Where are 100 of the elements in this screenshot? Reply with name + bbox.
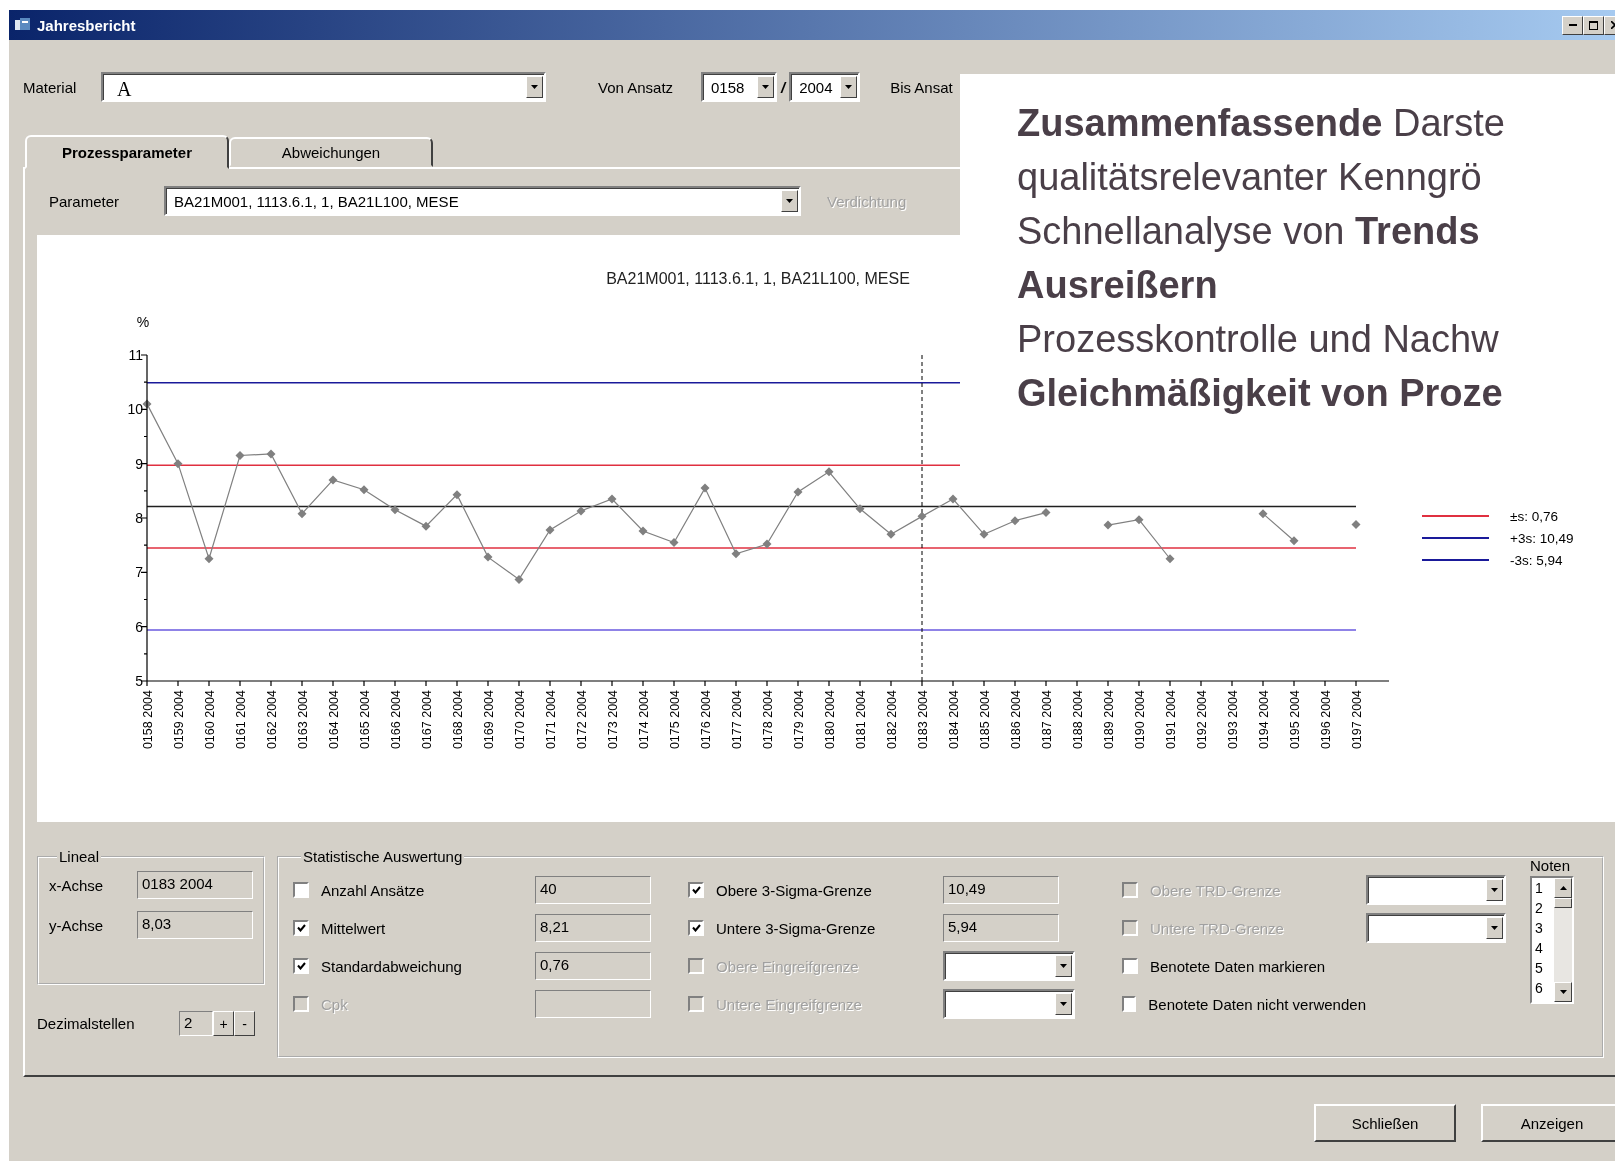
dropdown-button[interactable] xyxy=(781,190,798,212)
year-dropdown[interactable]: 2004 xyxy=(789,72,861,102)
field-label: Material xyxy=(23,78,78,96)
data-point xyxy=(762,539,772,549)
dropdown[interactable] xyxy=(943,951,1075,981)
data-point xyxy=(1041,508,1051,518)
axis-label: 0186 2004 xyxy=(1009,690,1023,750)
maximize-button[interactable] xyxy=(1583,15,1604,35)
number-dropdown[interactable]: 0158 xyxy=(701,72,777,102)
dropdown-button[interactable] xyxy=(757,76,774,98)
field-label: Bis Ansat xyxy=(890,78,953,96)
axis-label: 0173 2004 xyxy=(606,690,620,750)
data-point xyxy=(607,494,617,504)
overlay-text: Zusammenfassende Darste xyxy=(1017,101,1506,146)
tab[interactable]: Abweichungen xyxy=(229,137,433,167)
field-label: x-Achse xyxy=(49,876,104,894)
axis-label: 10 xyxy=(127,401,143,418)
data-point xyxy=(1351,520,1361,529)
scroll-down-button[interactable] xyxy=(1554,982,1572,1002)
axis-label: 0189 2004 xyxy=(1102,690,1116,750)
list-item[interactable]: 6 xyxy=(1535,978,1554,998)
caret-icon xyxy=(1060,964,1067,968)
parameter-dropdown[interactable]: BA21M001, 1113.6.1, 1, BA21L100, MESE xyxy=(164,186,801,216)
caret-icon xyxy=(531,85,538,89)
dropdown-button[interactable] xyxy=(1486,917,1503,939)
data-point xyxy=(793,487,803,497)
axis-label: 7 xyxy=(135,564,143,581)
checkbox[interactable] xyxy=(293,958,309,974)
data-point xyxy=(421,521,431,531)
value-field: 0,76 xyxy=(535,952,651,980)
data-point xyxy=(359,485,369,495)
dialog-button[interactable]: Anzeigen xyxy=(1481,1104,1615,1142)
group-title: Lineal xyxy=(58,848,101,865)
material-dropdown[interactable]: A xyxy=(101,72,546,102)
overlay-text: Gleichmäßigkeit von Proze xyxy=(1017,371,1504,416)
checkbox-label: Benotete Daten markieren xyxy=(1150,957,1326,975)
data-point xyxy=(483,552,493,562)
dropdown-button[interactable] xyxy=(526,76,543,98)
minimize-button[interactable] xyxy=(1562,15,1583,35)
list-box[interactable]: 1 2 3 4 5 6 xyxy=(1530,876,1574,1004)
list-item[interactable]: 1 xyxy=(1535,878,1554,898)
data-point xyxy=(855,504,865,514)
axis-label: 0197 2004 xyxy=(1350,690,1364,750)
axis-label: 0166 2004 xyxy=(389,690,403,750)
scrollbar[interactable] xyxy=(1554,878,1572,1002)
dropdown[interactable] xyxy=(1366,875,1506,905)
checkbox[interactable] xyxy=(688,920,704,936)
list-label: Noten xyxy=(1530,857,1572,874)
axis-label: 0167 2004 xyxy=(420,690,434,750)
window-title: Jahresbericht xyxy=(37,16,136,34)
data-point xyxy=(1103,520,1113,530)
checkbox[interactable] xyxy=(293,920,309,936)
dropdown[interactable] xyxy=(1366,913,1506,943)
axis-label: 0165 2004 xyxy=(358,690,372,750)
dialog-button[interactable]: Schließen xyxy=(1314,1104,1456,1142)
legend-label: -3s: 5,94 xyxy=(1510,553,1563,568)
dropdown[interactable] xyxy=(943,989,1075,1019)
checkbox[interactable] xyxy=(1122,996,1137,1012)
axis-label: 5 xyxy=(135,673,143,689)
axis-label: 0183 2004 xyxy=(916,690,930,750)
data-point xyxy=(948,494,958,504)
caret-icon xyxy=(1491,926,1498,930)
list-item[interactable]: 2 xyxy=(1535,898,1554,918)
data-point xyxy=(1165,554,1175,564)
checkbox-label: Anzahl Ansätze xyxy=(321,881,425,899)
dropdown-button[interactable] xyxy=(840,76,858,98)
app-icon xyxy=(15,18,31,32)
axis-label: 0160 2004 xyxy=(203,690,217,750)
dropdown-button[interactable] xyxy=(1055,993,1072,1015)
scroll-up-button[interactable] xyxy=(1554,878,1572,898)
scroll-thumb[interactable] xyxy=(1554,898,1572,908)
data-point xyxy=(514,574,524,584)
axis-label: 0162 2004 xyxy=(265,690,279,750)
data-point xyxy=(1258,509,1268,519)
data-point xyxy=(886,529,896,539)
axis-label: 0196 2004 xyxy=(1319,690,1333,750)
axis-label: 0175 2004 xyxy=(668,690,682,750)
spin-button[interactable]: - xyxy=(234,1011,255,1036)
dropdown-button[interactable] xyxy=(1486,879,1503,901)
list-item[interactable]: 5 xyxy=(1535,958,1554,978)
legend-label: ±s: 0,76 xyxy=(1510,509,1558,524)
checkbox[interactable] xyxy=(688,882,704,898)
checkbox[interactable] xyxy=(1122,958,1138,974)
tab[interactable]: Prozessparameter xyxy=(25,135,229,169)
list-item[interactable]: 3 xyxy=(1535,918,1554,938)
checkbox-label: Mittelwert xyxy=(321,919,386,937)
axis-label: 0178 2004 xyxy=(761,690,775,750)
axis-label: 0191 2004 xyxy=(1164,690,1178,750)
axis-label: 0169 2004 xyxy=(482,690,496,750)
data-point xyxy=(452,490,462,500)
checkbox[interactable] xyxy=(293,882,309,898)
data-point xyxy=(173,459,183,469)
axis-label: 0184 2004 xyxy=(947,690,961,750)
spin-button[interactable]: + xyxy=(213,1011,234,1036)
dropdown-button[interactable] xyxy=(1055,955,1072,977)
axis-label: 0188 2004 xyxy=(1071,690,1085,750)
maximize-icon xyxy=(1589,20,1598,30)
overlay-text: Schnellanalyse von Trends xyxy=(1017,209,1481,254)
list-item[interactable]: 4 xyxy=(1535,938,1554,958)
data-point xyxy=(142,399,152,409)
